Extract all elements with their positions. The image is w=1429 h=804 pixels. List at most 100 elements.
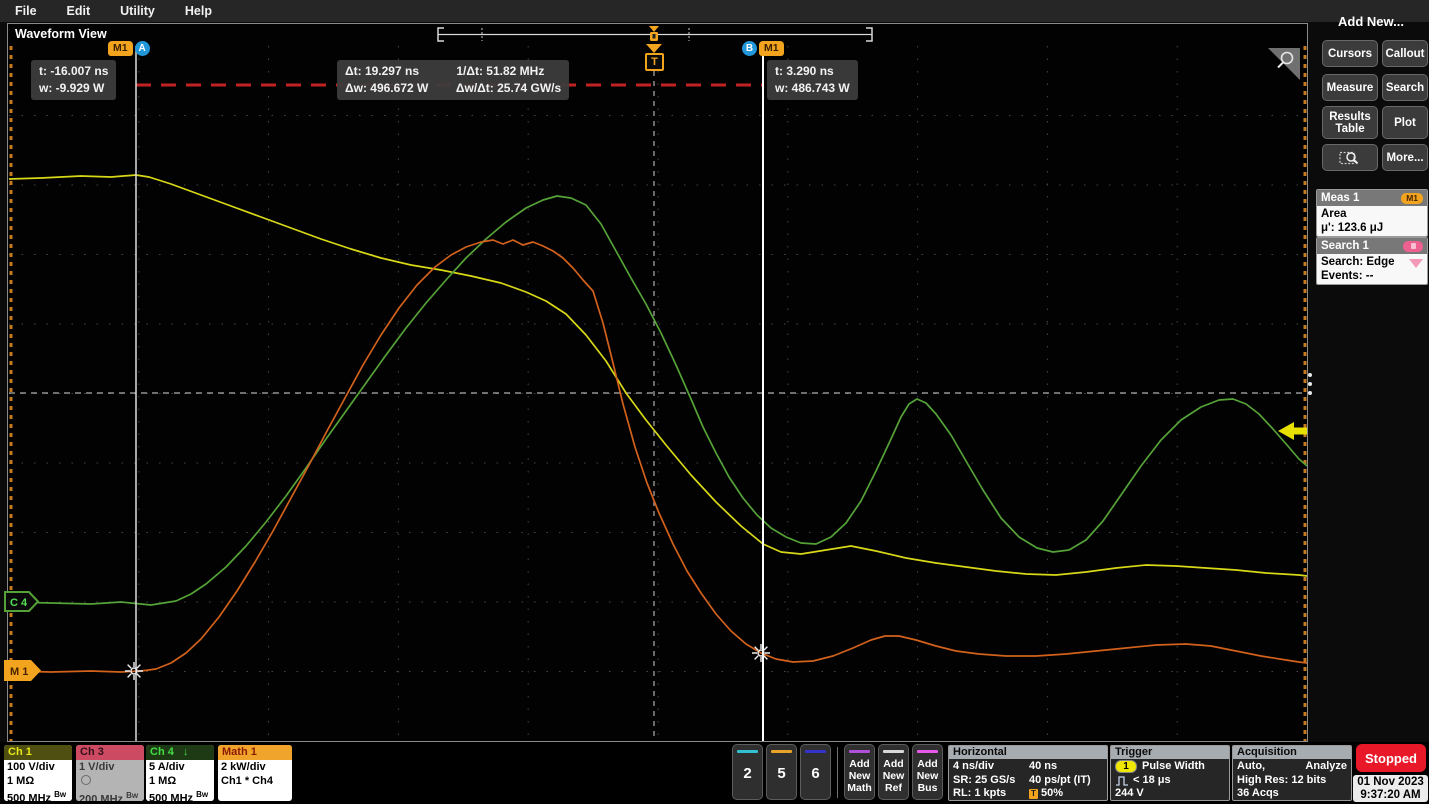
math1-scale: 2 kW/div: [221, 761, 289, 775]
more-button[interactable]: More...: [1382, 144, 1428, 171]
add-new-bus-button[interactable]: Add New Bus: [912, 744, 943, 800]
trigger-flag[interactable]: T: [645, 53, 664, 71]
ch4-bw-tag: Bw: [196, 790, 208, 799]
ch2-color-stripe: [737, 750, 758, 753]
ch5-slot-label: 5: [767, 765, 796, 782]
search1-title: Search 1: [1321, 240, 1369, 252]
run-stop-button[interactable]: Stopped: [1356, 744, 1426, 772]
ch3-bandwidth: 200 MHz: [79, 794, 123, 801]
add-new-ref-label: Add New Ref: [879, 758, 908, 794]
delta-w: Δw: 496.672 W: [345, 80, 453, 97]
ch1-impedance: 1 MΩ: [7, 775, 69, 789]
add-new-bus-label: Add New Bus: [913, 758, 942, 794]
horizontal-resolution: 40 ps/pt (IT): [1029, 774, 1091, 788]
math1-orange-trace: [9, 240, 1307, 672]
add-search-button[interactable]: Search: [1382, 74, 1428, 101]
cursor-b-badges[interactable]: B M1: [742, 41, 784, 56]
search1-card[interactable]: Search 1 Search: Edge Events: --: [1316, 237, 1428, 285]
time: 9:37:20 AM: [1353, 789, 1428, 802]
ch1-level-arrow-tail: [1294, 428, 1307, 435]
ch5-slot-button[interactable]: 5: [766, 744, 797, 800]
cursor-a-source-badge[interactable]: M1: [108, 41, 133, 56]
overview-minimap[interactable]: [431, 25, 879, 46]
acquisition-count: 36 Acqs: [1237, 787, 1347, 801]
ch6-slot-label: 6: [801, 765, 830, 782]
add-new-ref-button[interactable]: Add New Ref: [878, 744, 909, 800]
cursor-b-time: t: 3.290 ns: [775, 63, 850, 80]
add-plot-button[interactable]: Plot: [1382, 106, 1428, 139]
record-length: RL: 1 kpts: [953, 787, 1029, 801]
math-color-stripe: [849, 750, 870, 753]
meas1-card[interactable]: Meas 1 M1 Area μ': 123.6 μJ: [1316, 189, 1428, 237]
trigger-flag-arrow-icon[interactable]: [646, 44, 662, 53]
ch4-green-trace: [9, 196, 1307, 605]
cursor-delta-readout: Δt: 19.297 ns 1/Δt: 51.82 MHz Δw: 496.67…: [337, 60, 569, 100]
ch1-scale: 100 V/div: [7, 761, 69, 775]
cursor-a-badges[interactable]: M1 A: [108, 41, 150, 56]
ch2-slot-label: 2: [733, 765, 762, 782]
zoom-mode-button[interactable]: [1322, 144, 1378, 171]
zoom-icon: [1338, 149, 1362, 166]
search1-type: Search: Edge: [1321, 255, 1395, 269]
menu-edit[interactable]: Edit: [67, 4, 91, 18]
ch4-label: Ch 4: [150, 746, 174, 758]
math1-badge[interactable]: Math 1 2 kW/div Ch1 * Ch4: [218, 745, 292, 801]
date: 01 Nov 2023: [1353, 776, 1428, 789]
add-results-table-button[interactable]: Results Table: [1322, 106, 1378, 139]
corner-zoom-magnifier-handle: [1278, 63, 1283, 68]
meas1-title: Meas 1: [1321, 192, 1359, 204]
delta-w-per-t: Δw/Δt: 25.74 GW/s: [456, 81, 561, 95]
add-callout-button[interactable]: Callout: [1382, 40, 1428, 67]
delta-t: Δt: 19.297 ns: [345, 63, 453, 80]
acquisition-resolution: High Res: 12 bits: [1237, 774, 1347, 788]
trigger-panel[interactable]: Trigger 1Pulse Width < 18 μs 244 V: [1110, 745, 1230, 801]
trigger-type: Pulse Width: [1142, 760, 1205, 774]
minimap-trigger-arrow-icon[interactable]: [649, 26, 659, 32]
cursor-a-time: t: -16.007 ns: [39, 63, 108, 80]
menu-utility[interactable]: Utility: [120, 4, 155, 18]
ch4-trace-flag[interactable]: C 4: [3, 590, 41, 614]
ch6-color-stripe: [805, 750, 826, 753]
inverse-delta-t: 1/Δt: 51.82 MHz: [456, 64, 544, 78]
cursor-a-value: w: -9.929 W: [39, 80, 108, 97]
ch4-flag-label: C 4: [10, 597, 28, 609]
math1-label: Math 1: [218, 745, 292, 760]
settings-bar: Ch 1 100 V/div 1 MΩ 500 MHz Bw Ch 3 1 V/…: [0, 742, 1429, 804]
acquisition-title: Acquisition: [1233, 746, 1351, 759]
ref-color-stripe: [883, 750, 904, 753]
ch1-badge[interactable]: Ch 1 100 V/div 1 MΩ 500 MHz Bw: [4, 745, 72, 801]
add-measure-button[interactable]: Measure: [1322, 74, 1378, 101]
cursor-b-source-badge[interactable]: M1: [759, 41, 784, 56]
horizontal-title: Horizontal: [949, 746, 1107, 759]
ch3-badge[interactable]: Ch 3 1 V/div 200 MHz Bw: [76, 745, 144, 801]
menu-bar: File Edit Utility Help: [0, 0, 1429, 22]
horizontal-scale: 4 ns/div: [953, 760, 1029, 774]
math1-trace-flag[interactable]: M 1: [3, 658, 43, 684]
trigger-source-badge: 1: [1115, 760, 1137, 773]
horizontal-position: 50%: [1041, 787, 1063, 799]
add-new-math-button[interactable]: Add New Math: [844, 744, 875, 800]
probe-icon: [81, 775, 91, 785]
ch6-slot-button[interactable]: 6: [800, 744, 831, 800]
ch3-bw-tag: Bw: [126, 791, 138, 800]
math1-source: Ch1 * Ch4: [221, 775, 289, 789]
ch1-bw-tag: Bw: [54, 790, 66, 799]
cursor-b-badge[interactable]: B: [742, 41, 757, 56]
panel-drag-handle[interactable]: [1308, 373, 1312, 395]
cursor-a-badge[interactable]: A: [135, 41, 150, 56]
acquisition-mode: Auto,: [1237, 760, 1265, 774]
ch1-label: Ch 1: [4, 745, 72, 760]
sample-rate: SR: 25 GS/s: [953, 774, 1029, 788]
trigger-level: 244 V: [1115, 787, 1144, 801]
add-cursors-button[interactable]: Cursors: [1322, 40, 1378, 67]
bus-color-stripe: [917, 750, 938, 753]
graticule: [9, 46, 1307, 742]
ch4-badge[interactable]: Ch 4 ↓ 5 A/div 1 MΩ 500 MHz Bw: [146, 745, 214, 801]
acquisition-panel[interactable]: Acquisition Auto,Analyze High Res: 12 bi…: [1232, 745, 1352, 801]
menu-help[interactable]: Help: [185, 4, 212, 18]
search-mark-icon: [1409, 259, 1423, 268]
horizontal-panel[interactable]: Horizontal 4 ns/div40 ns SR: 25 GS/s40 p…: [948, 745, 1108, 801]
ch3-scale: 1 V/div: [79, 761, 141, 775]
ch2-slot-button[interactable]: 2: [732, 744, 763, 800]
menu-file[interactable]: File: [15, 4, 37, 18]
